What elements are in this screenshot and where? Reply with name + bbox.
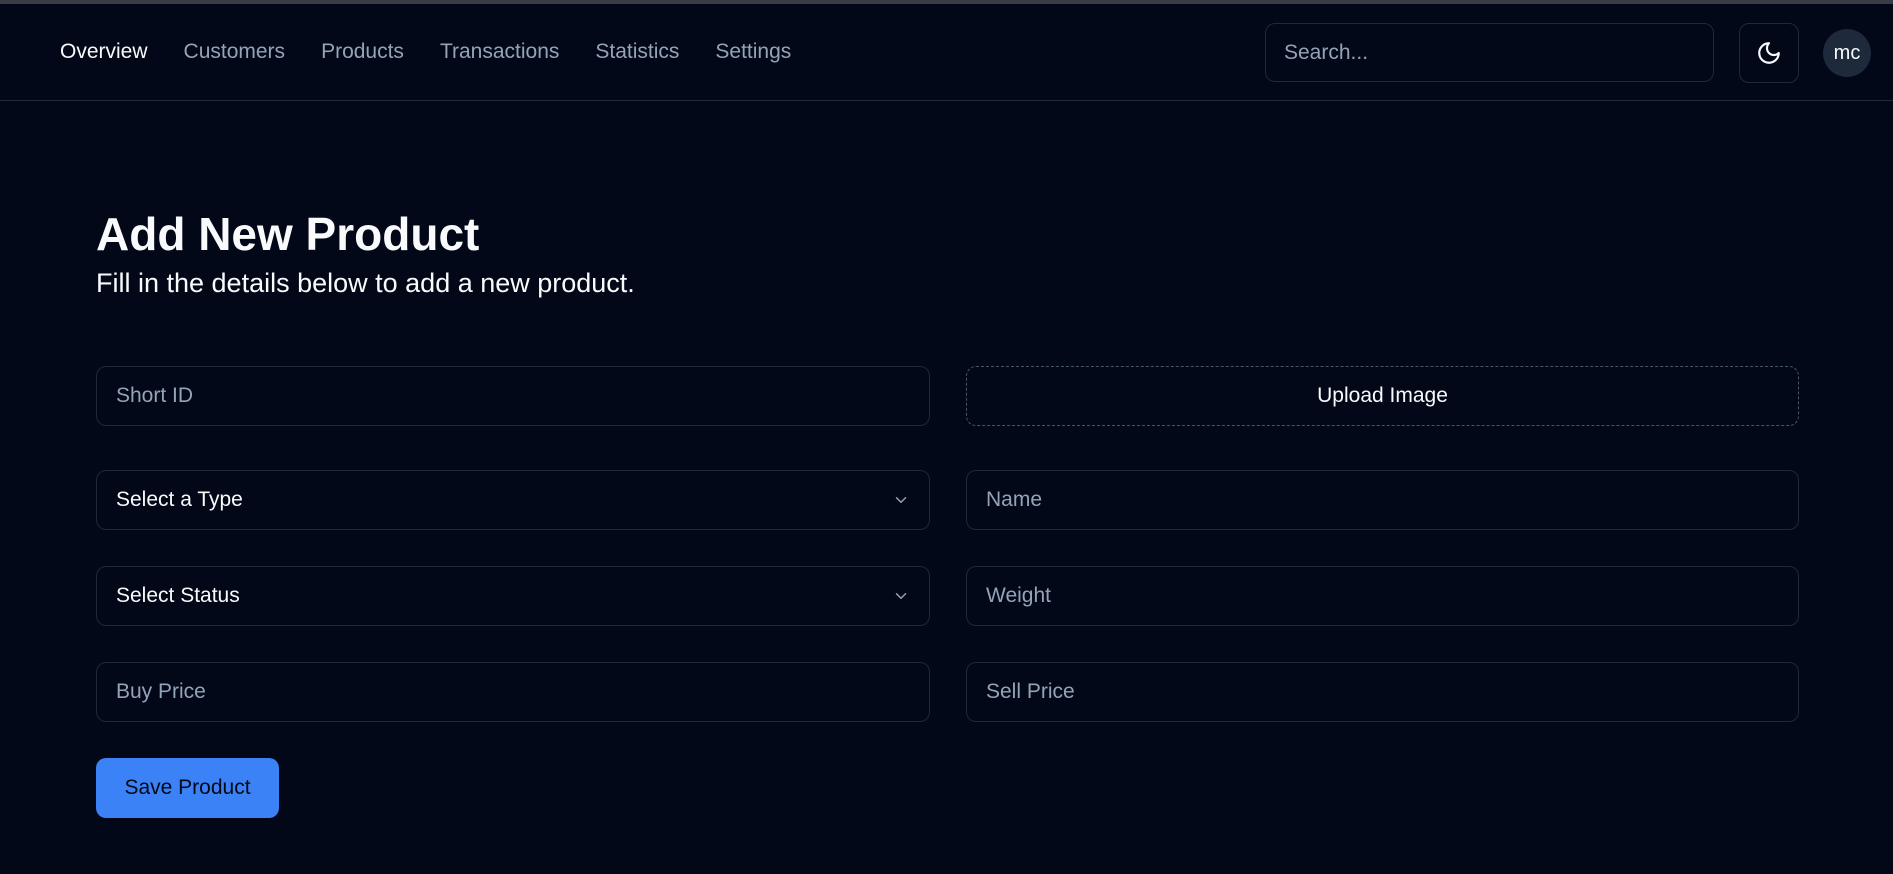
page-subtitle: Fill in the details below to add a new p…: [96, 268, 635, 298]
upload-image-label: Upload Image: [1317, 384, 1448, 407]
nav-products[interactable]: Products: [321, 40, 404, 64]
user-avatar[interactable]: mc: [1823, 29, 1871, 77]
nav-transactions[interactable]: Transactions: [440, 40, 559, 64]
type-select[interactable]: Select a Type: [96, 470, 930, 530]
nav-statistics[interactable]: Statistics: [595, 40, 679, 64]
status-select-label: Select Status: [116, 584, 240, 607]
chevron-down-icon: [895, 497, 907, 503]
theme-toggle-button[interactable]: [1739, 23, 1799, 83]
status-select[interactable]: Select Status: [96, 566, 930, 626]
nav-settings[interactable]: Settings: [715, 40, 791, 64]
search-input[interactable]: [1265, 23, 1714, 82]
weight-input[interactable]: [966, 566, 1799, 626]
moon-icon: [1758, 42, 1780, 64]
main-nav: Overview Customers Products Transactions…: [60, 40, 791, 64]
name-input[interactable]: [966, 470, 1799, 530]
top-navbar: Overview Customers Products Transactions…: [0, 4, 1893, 101]
page-title: Add New Product: [96, 208, 480, 260]
type-select-label: Select a Type: [116, 488, 243, 511]
buy-price-input[interactable]: [96, 662, 930, 722]
nav-customers[interactable]: Customers: [184, 40, 286, 64]
nav-overview[interactable]: Overview: [60, 40, 148, 64]
upload-image-button[interactable]: Upload Image: [966, 366, 1799, 426]
short-id-input[interactable]: [96, 366, 930, 426]
save-product-button[interactable]: Save Product: [96, 758, 279, 818]
sell-price-input[interactable]: [966, 662, 1799, 722]
chevron-down-icon: [895, 593, 907, 599]
